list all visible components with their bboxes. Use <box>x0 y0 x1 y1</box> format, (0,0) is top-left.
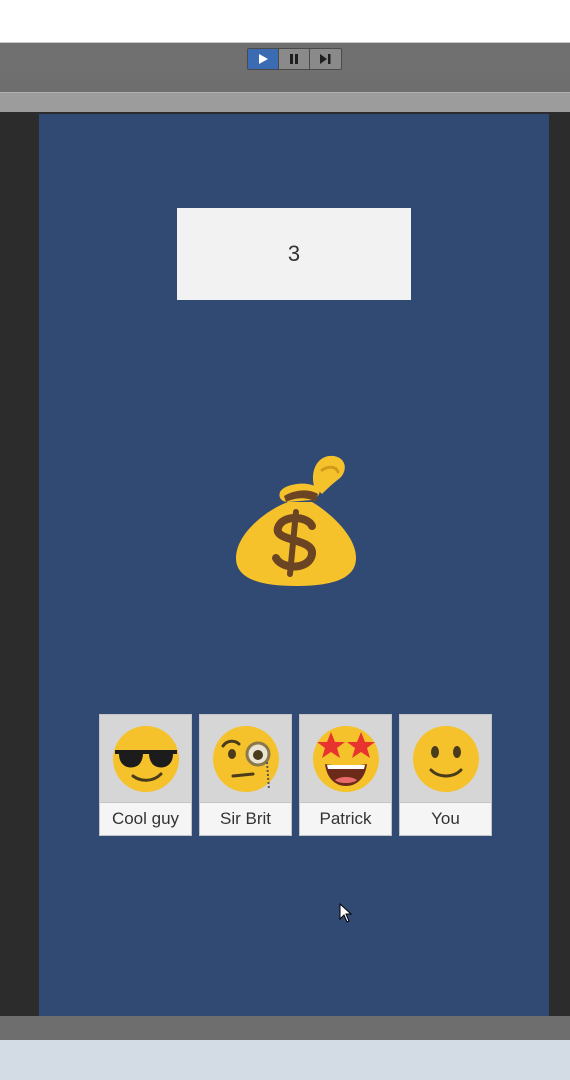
countdown-value: 3 <box>287 241 301 266</box>
play-controls <box>247 48 342 70</box>
pause-icon <box>290 54 298 64</box>
money-bag-icon <box>236 455 356 586</box>
countdown-box: 3 <box>177 208 411 300</box>
mouse-cursor-icon <box>339 903 353 923</box>
play-button[interactable] <box>248 49 279 69</box>
player-list: Cool guy Sir Brit Patrick You <box>99 714 492 836</box>
pause-button[interactable] <box>279 49 310 69</box>
player-card[interactable]: Cool guy <box>99 714 192 836</box>
player-card[interactable]: Patrick <box>299 714 392 836</box>
player-name: Patrick <box>319 809 372 828</box>
step-button[interactable] <box>310 49 341 69</box>
player-avatar <box>200 715 291 803</box>
editor-tab-bar <box>0 73 570 92</box>
player-avatar <box>100 715 191 803</box>
editor-bottom-bar <box>0 1016 570 1040</box>
player-card[interactable]: Sir Brit <box>199 714 292 836</box>
player-avatar <box>300 715 391 803</box>
sunglasses-face-icon <box>112 725 179 792</box>
play-icon <box>259 54 268 64</box>
window-top-area <box>0 0 570 43</box>
player-avatar <box>400 715 491 803</box>
editor-toolbar <box>0 43 570 73</box>
game-view-header <box>0 92 570 112</box>
editor-status-area <box>0 1040 570 1080</box>
player-name: You <box>431 809 460 828</box>
player-name: Cool guy <box>111 809 180 828</box>
monocle-face-icon <box>212 725 279 792</box>
slightly-smiling-face-icon <box>412 725 479 792</box>
player-name: Sir Brit <box>220 809 271 828</box>
player-card[interactable]: You <box>399 714 492 836</box>
star-struck-face-icon <box>312 725 379 792</box>
step-icon <box>320 54 331 64</box>
